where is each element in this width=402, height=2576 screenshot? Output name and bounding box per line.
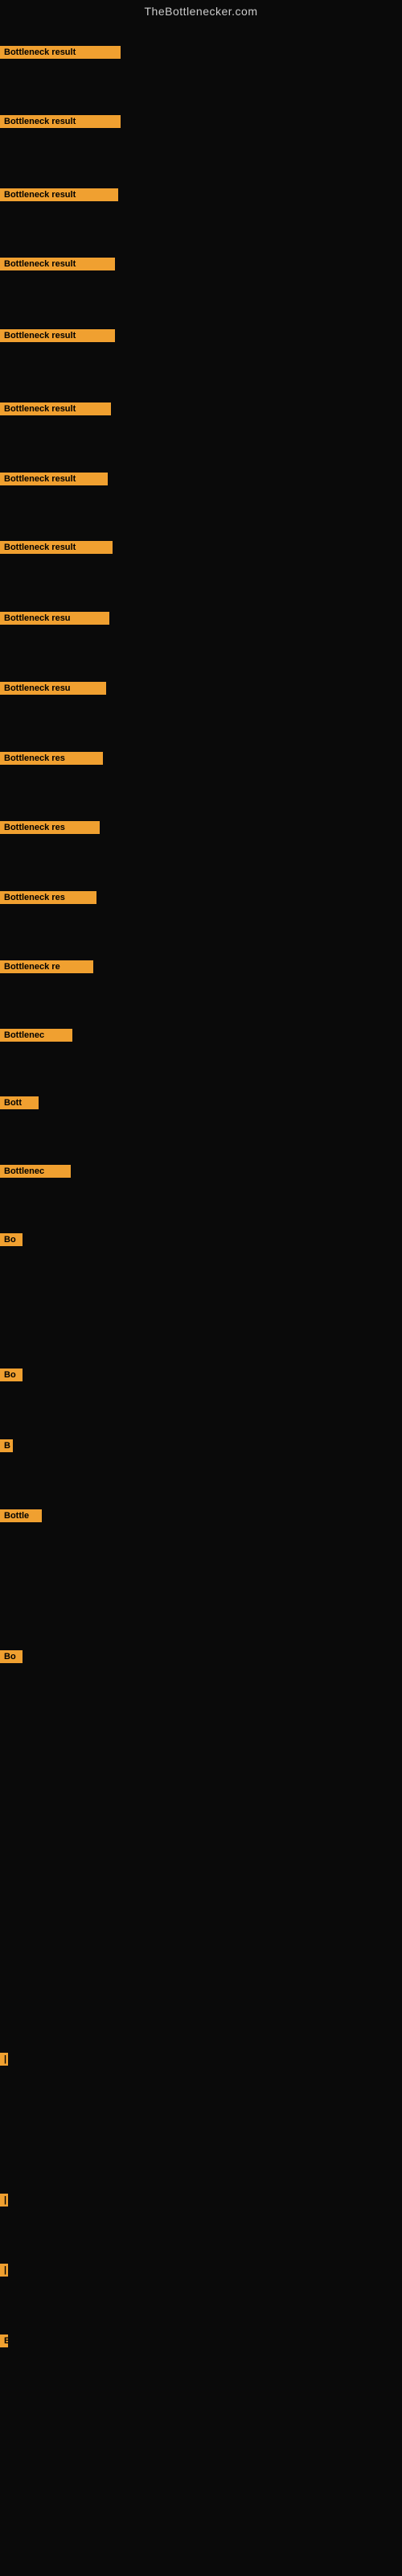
bottleneck-result-label: Bottleneck result bbox=[0, 473, 108, 485]
bottleneck-badge-26[interactable]: E bbox=[0, 2334, 6, 2351]
site-title: TheBottlenecker.com bbox=[0, 0, 402, 23]
bottleneck-badge-20[interactable]: B bbox=[0, 1439, 13, 1456]
bottleneck-result-label: Bo bbox=[0, 1233, 23, 1246]
bottleneck-result-label: Bottleneck result bbox=[0, 402, 111, 415]
bottleneck-badge-11[interactable]: Bottleneck res bbox=[0, 752, 103, 769]
bottleneck-result-label: Bottle bbox=[0, 1509, 42, 1522]
bottleneck-badge-2[interactable]: Bottleneck result bbox=[0, 115, 121, 132]
bottleneck-badge-17[interactable]: Bottlenec bbox=[0, 1165, 71, 1182]
bottleneck-badge-4[interactable]: Bottleneck result bbox=[0, 258, 115, 275]
bottleneck-result-label: Bottleneck result bbox=[0, 46, 121, 59]
bottleneck-result-label: E bbox=[0, 2334, 8, 2347]
bottleneck-result-label: Bottleneck result bbox=[0, 115, 121, 128]
bottleneck-result-label: Bo bbox=[0, 1368, 23, 1381]
bottleneck-result-label: Bottleneck result bbox=[0, 258, 115, 270]
bottleneck-result-label: Bottleneck result bbox=[0, 329, 115, 342]
bottleneck-badge-18[interactable]: Bo bbox=[0, 1233, 23, 1250]
bottleneck-badge-14[interactable]: Bottleneck re bbox=[0, 960, 93, 977]
bottleneck-badge-10[interactable]: Bottleneck resu bbox=[0, 682, 106, 699]
bottleneck-result-label: B bbox=[0, 1439, 13, 1452]
bottleneck-result-label: Bottleneck res bbox=[0, 752, 103, 765]
bottleneck-result-label: Bottleneck res bbox=[0, 891, 96, 904]
bottleneck-result-label: Bottlenec bbox=[0, 1165, 71, 1178]
bottleneck-result-label: | bbox=[0, 2194, 8, 2207]
bottleneck-badge-22[interactable]: Bo bbox=[0, 1650, 23, 1667]
bottleneck-badge-25[interactable]: | bbox=[0, 2264, 6, 2281]
bottleneck-badge-1[interactable]: Bottleneck result bbox=[0, 46, 121, 63]
bottleneck-result-label: Bottleneck result bbox=[0, 541, 113, 554]
bottleneck-result-label: Bo bbox=[0, 1650, 23, 1663]
bottleneck-badge-21[interactable]: Bottle bbox=[0, 1509, 42, 1526]
bottleneck-badge-8[interactable]: Bottleneck result bbox=[0, 541, 113, 558]
bottleneck-badge-6[interactable]: Bottleneck result bbox=[0, 402, 111, 419]
bottleneck-badge-15[interactable]: Bottlenec bbox=[0, 1029, 72, 1046]
bottleneck-result-label: Bott bbox=[0, 1096, 39, 1109]
bottleneck-badge-13[interactable]: Bottleneck res bbox=[0, 891, 96, 908]
bottleneck-badge-3[interactable]: Bottleneck result bbox=[0, 188, 118, 205]
bottleneck-badge-7[interactable]: Bottleneck result bbox=[0, 473, 108, 489]
bottleneck-result-label: | bbox=[0, 2264, 8, 2277]
bottleneck-badge-9[interactable]: Bottleneck resu bbox=[0, 612, 109, 629]
bottleneck-badge-24[interactable]: | bbox=[0, 2194, 6, 2211]
bottleneck-badge-19[interactable]: Bo bbox=[0, 1368, 23, 1385]
bottleneck-badge-12[interactable]: Bottleneck res bbox=[0, 821, 100, 838]
bottleneck-badge-16[interactable]: Bott bbox=[0, 1096, 39, 1113]
bottleneck-result-label: Bottleneck resu bbox=[0, 682, 106, 695]
bottleneck-result-label: Bottlenec bbox=[0, 1029, 72, 1042]
bottleneck-result-label: Bottleneck re bbox=[0, 960, 93, 973]
bottleneck-badge-23[interactable]: | bbox=[0, 2053, 6, 2070]
bottleneck-result-label: | bbox=[0, 2053, 8, 2066]
bottleneck-result-label: Bottleneck result bbox=[0, 188, 118, 201]
bottleneck-badge-5[interactable]: Bottleneck result bbox=[0, 329, 115, 346]
bottleneck-result-label: Bottleneck res bbox=[0, 821, 100, 834]
bottleneck-result-label: Bottleneck resu bbox=[0, 612, 109, 625]
